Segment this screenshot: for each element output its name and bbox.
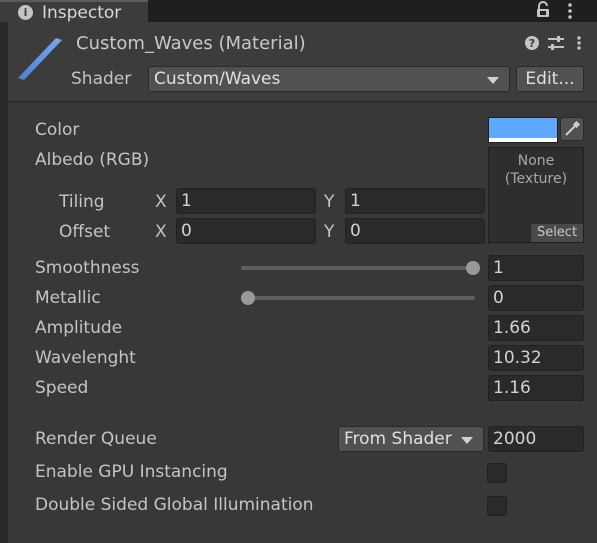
kebab-menu-icon[interactable]: [564, 2, 576, 20]
tab-title: Inspector: [42, 3, 122, 23]
eyedropper-icon[interactable]: [560, 117, 584, 141]
albedo-texture-slot[interactable]: None (Texture) Select: [488, 147, 584, 243]
metallic-slider-handle[interactable]: [241, 291, 255, 305]
tab-inspector[interactable]: i Inspector: [0, 0, 148, 23]
color-swatch-fill: [489, 118, 557, 138]
tiling-y-label: Y: [324, 192, 335, 212]
amplitude-label: Amplitude: [35, 318, 123, 338]
shader-value: Custom/Waves: [154, 69, 281, 89]
smoothness-label: Smoothness: [35, 258, 140, 278]
tiling-y-field[interactable]: 1: [345, 188, 485, 214]
smoothness-slider-track[interactable]: [241, 266, 475, 270]
svg-text:?: ?: [529, 37, 535, 50]
metallic-label: Metallic: [35, 288, 101, 308]
smoothness-field[interactable]: 1: [488, 255, 584, 281]
gpu-instancing-checkbox[interactable]: [487, 463, 507, 483]
tiling-label: Tiling: [59, 192, 105, 212]
lock-icon[interactable]: [534, 1, 552, 19]
material-name: Custom_Waves (Material): [76, 33, 306, 54]
albedo-label: Albedo (RGB): [35, 150, 150, 170]
metallic-slider-track[interactable]: [241, 296, 475, 300]
amplitude-field[interactable]: 1.66: [488, 315, 584, 341]
gpu-instancing-label: Enable GPU Instancing: [35, 462, 228, 482]
shader-dropdown[interactable]: Custom/Waves: [148, 66, 510, 92]
material-preview-icon: [14, 34, 66, 82]
render-queue-mode: From Shader: [344, 429, 452, 449]
presets-icon[interactable]: [547, 35, 565, 51]
color-label: Color: [35, 120, 80, 140]
color-swatch[interactable]: [488, 117, 558, 143]
offset-y-field[interactable]: 0: [345, 218, 485, 244]
texture-select-button[interactable]: Select: [531, 224, 583, 242]
double-sided-gi-checkbox[interactable]: [487, 496, 507, 516]
smoothness-slider-handle[interactable]: [466, 261, 480, 275]
render-queue-label: Render Queue: [35, 429, 157, 449]
speed-label: Speed: [35, 378, 89, 398]
wavelength-field[interactable]: 10.32: [488, 345, 584, 371]
metallic-field[interactable]: 0: [488, 285, 584, 311]
tiling-x-field[interactable]: 1: [176, 188, 316, 214]
context-menu-icon[interactable]: [574, 35, 584, 51]
render-queue-field[interactable]: 2000: [488, 426, 584, 452]
offset-y-label: Y: [324, 222, 335, 242]
tiling-x-label: X: [155, 192, 167, 212]
speed-field[interactable]: 1.16: [488, 375, 584, 401]
offset-label: Offset: [59, 222, 111, 242]
render-queue-dropdown[interactable]: From Shader: [338, 426, 484, 452]
help-icon[interactable]: ?: [524, 35, 540, 51]
chevron-down-icon: [487, 77, 499, 84]
edit-shader-button[interactable]: Edit...: [516, 66, 584, 92]
chevron-down-icon: [461, 437, 473, 444]
offset-x-label: X: [155, 222, 167, 242]
wavelength-label: Wavelenght: [35, 348, 136, 368]
texture-type-label: (Texture): [504, 171, 568, 187]
double-sided-gi-label: Double Sided Global Illumination: [35, 495, 314, 515]
shader-label: Shader: [71, 69, 132, 89]
offset-x-field[interactable]: 0: [176, 218, 316, 244]
info-icon: i: [18, 5, 33, 20]
